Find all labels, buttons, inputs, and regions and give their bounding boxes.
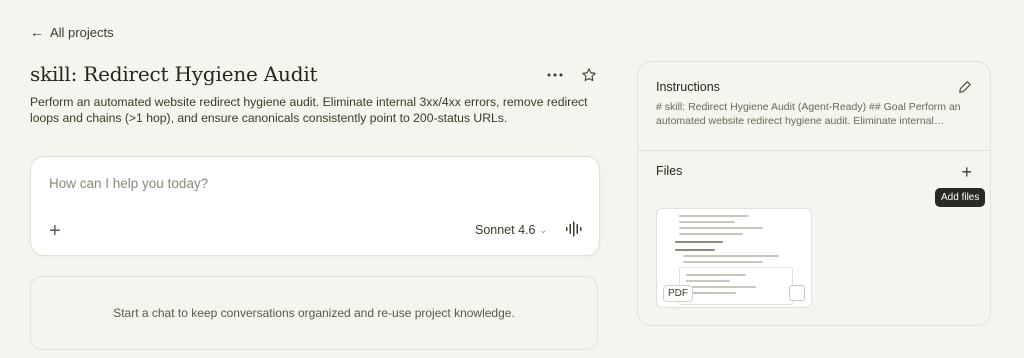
project-description: Perform an automated website redirect hy… (30, 95, 588, 125)
star-icon (582, 68, 596, 82)
arrow-left-icon: ← (30, 24, 44, 40)
back-to-projects-link[interactable]: ← All projects (30, 24, 114, 40)
pencil-icon (959, 81, 971, 93)
add-files-tooltip: Add files (935, 188, 986, 207)
chevron-down-icon: ⌄ (539, 224, 547, 235)
model-selector[interactable]: Sonnet 4.6 ⌄ (475, 223, 547, 237)
file-select-checkbox[interactable] (789, 285, 805, 301)
empty-state-text: Start a chat to keep conversations organ… (113, 306, 515, 320)
title-actions (544, 64, 600, 86)
edit-instructions-button[interactable] (958, 80, 972, 99)
plus-icon: + (49, 220, 61, 242)
add-attachment-button[interactable]: + (49, 221, 61, 241)
more-options-button[interactable] (544, 64, 566, 86)
star-button[interactable] (578, 64, 600, 86)
instructions-title: Instructions (656, 80, 720, 94)
instructions-section[interactable]: Instructions # skill: Redirect Hygiene A… (638, 62, 990, 151)
plus-icon: + (961, 162, 972, 182)
ellipsis-icon (547, 73, 563, 77)
instructions-preview: # skill: Redirect Hygiene Audit (Agent-R… (656, 101, 961, 127)
file-type-badge: PDF (663, 285, 693, 302)
voice-mode-button[interactable] (565, 221, 583, 242)
model-name: Sonnet 4.6 (474, 223, 536, 237)
chat-input[interactable] (47, 175, 581, 192)
chat-composer: + Sonnet 4.6 ⌄ (30, 156, 600, 256)
empty-chats-state: Start a chat to keep conversations organ… (30, 276, 598, 350)
voice-waveform-icon (566, 221, 582, 237)
back-link-label: All projects (50, 24, 114, 40)
add-files-button[interactable]: + (961, 163, 972, 181)
page-title: skill: Redirect Hygiene Audit (30, 62, 318, 86)
files-title: Files (656, 164, 683, 178)
file-thumbnail[interactable]: PDF (656, 208, 812, 308)
